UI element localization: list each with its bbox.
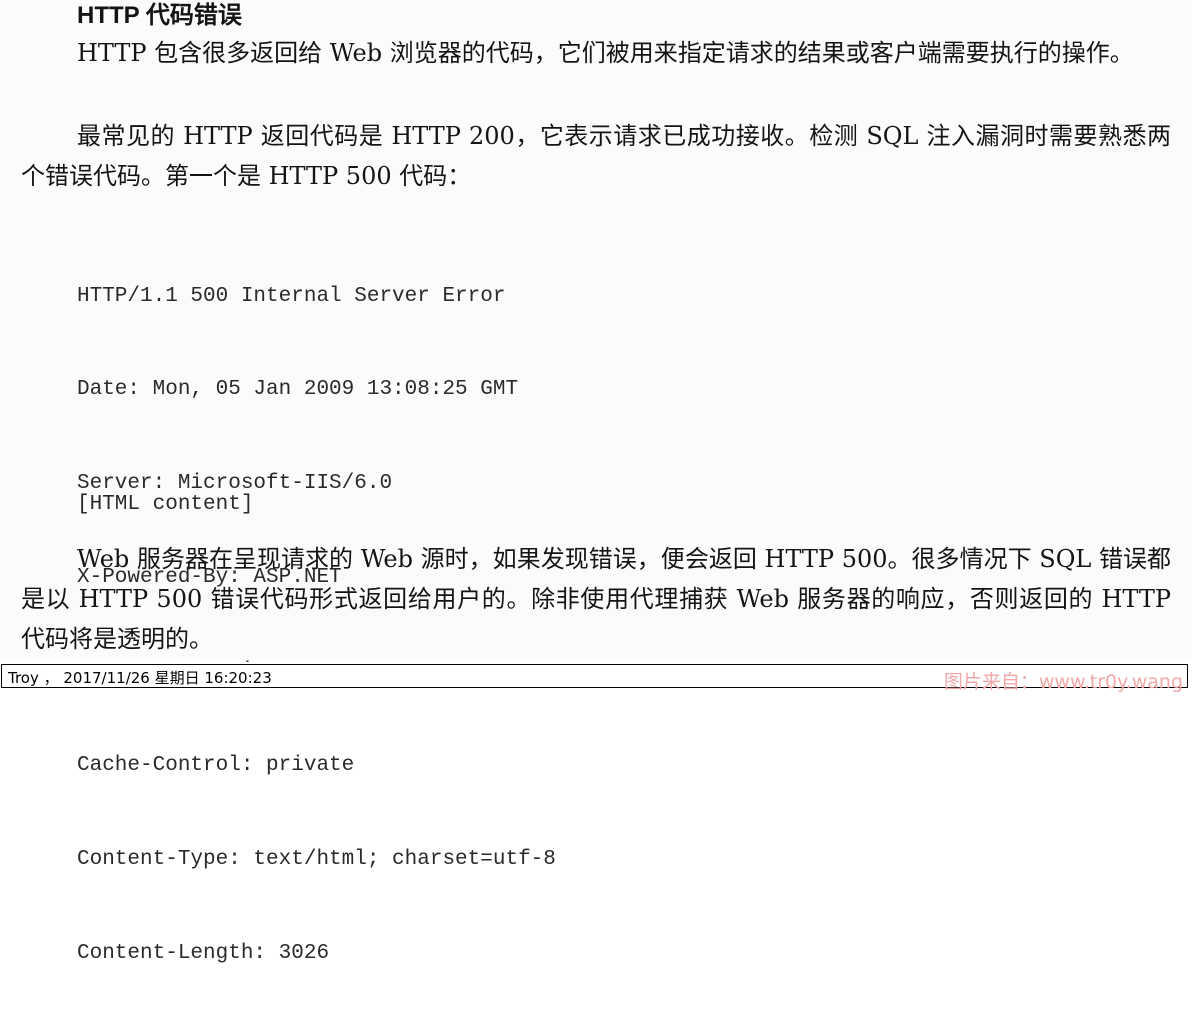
- code-line: HTTP/1.1 500 Internal Server Error: [77, 284, 506, 308]
- source-watermark: 图片来自：www.tr0y.wang: [943, 671, 1183, 693]
- code-html-content: [HTML content]: [77, 493, 254, 516]
- paragraph-intro: HTTP 包含很多返回给 Web 浏览器的代码，它们被用来指定请求的结果或客户端…: [77, 39, 1134, 67]
- code-line: Date: Mon, 05 Jan 2009 13:08:25 GMT: [77, 378, 519, 402]
- paragraph-http-500: Web 服务器在呈现请求的 Web 源时，如果发现错误，便会返回 HTTP 50…: [21, 545, 1171, 653]
- paragraph-http-200: 最常见的 HTTP 返回代码是 HTTP 200，它表示请求已成功接收。检测 S…: [21, 122, 1171, 190]
- code-line: Content-Length: 3026: [77, 941, 330, 965]
- document-page: HTTP 代码错误 HTTP 包含很多返回给 Web 浏览器的代码，它们被用来指…: [0, 0, 1192, 965]
- timestamp-box: Troy ， 2017/11/26 星期日 16:20:23 图片来自：www.…: [1, 664, 1188, 693]
- footer-bar: Troy ， 2017/11/26 星期日 16:20:23 图片来自：www.…: [0, 662, 1192, 693]
- section-heading: HTTP 代码错误: [77, 2, 242, 29]
- code-line: Content-Type: text/html; charset=utf-8: [77, 847, 556, 871]
- code-line: Cache-Control: private: [77, 754, 355, 778]
- timestamp-text: Troy ， 2017/11/26 星期日 16:20:23: [8, 669, 272, 687]
